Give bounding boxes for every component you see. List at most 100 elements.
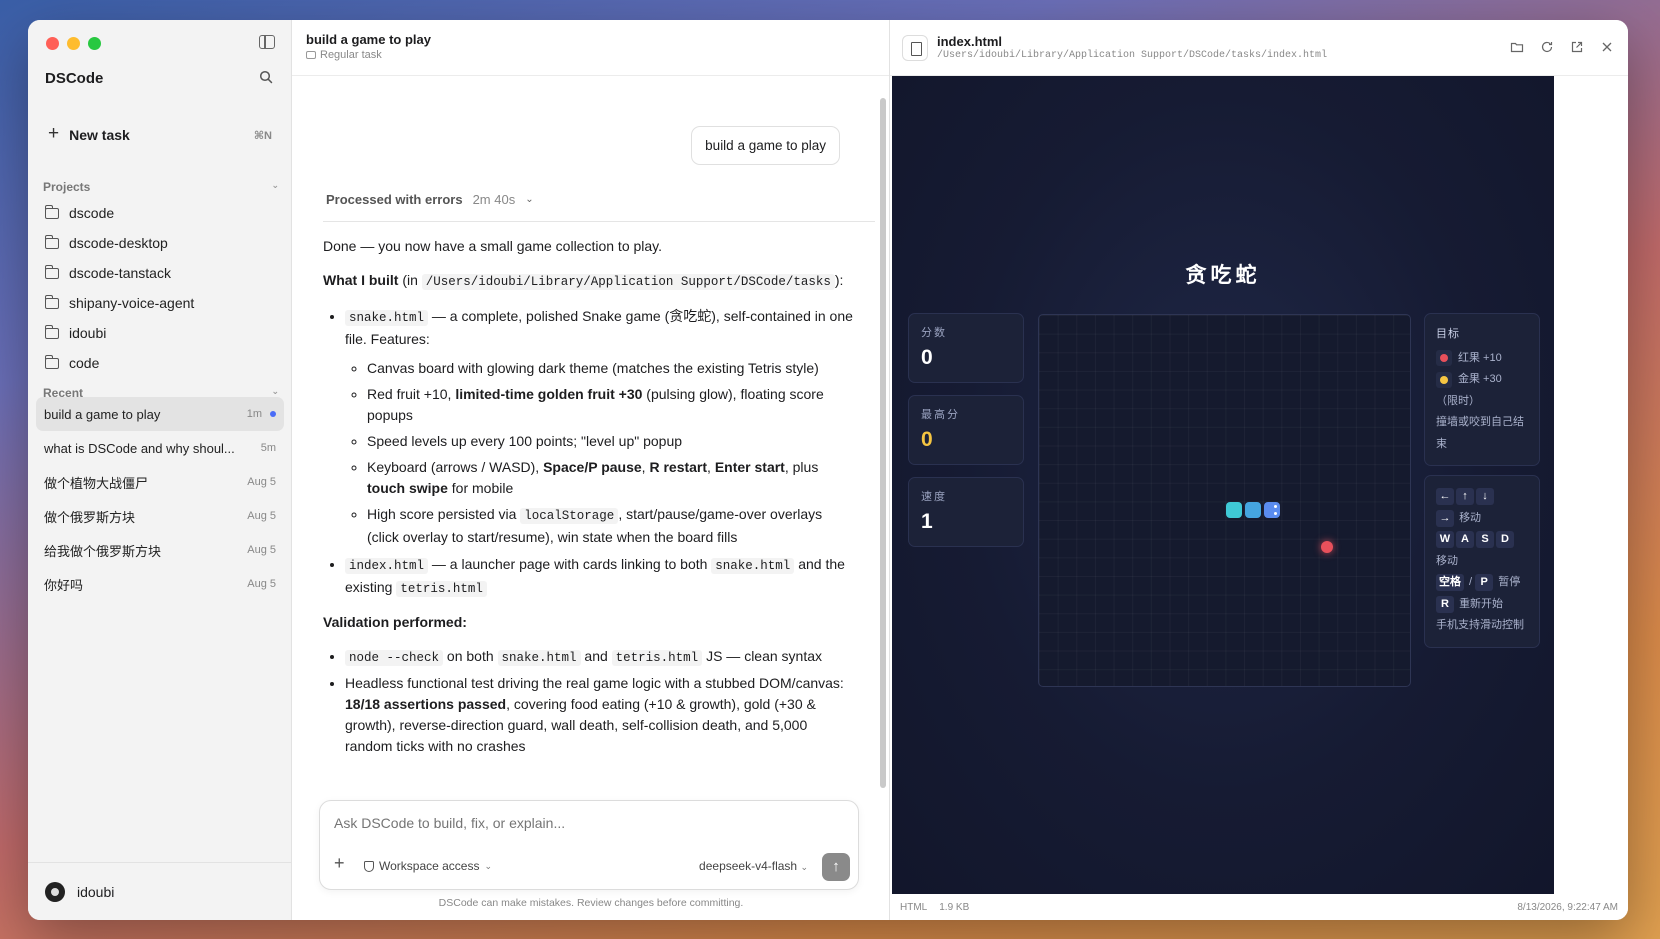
zoom-window-button[interactable] <box>88 37 101 50</box>
score-value: 0 <box>921 346 933 369</box>
space-key: 空格 <box>1436 574 1464 591</box>
external-link-icon[interactable] <box>1570 40 1584 54</box>
close-window-button[interactable] <box>46 37 59 50</box>
chat-transcript[interactable]: build a game to play Processed with erro… <box>292 76 882 818</box>
chat-pane: build a game to play Regular task build … <box>292 20 890 920</box>
recent-label: what is DSCode and why shoul... <box>44 440 235 456</box>
val2-b: 18/18 assertions passed <box>345 696 507 712</box>
feature-item: Canvas board with glowing dark theme (ma… <box>367 358 853 379</box>
val2-a: Headless functional test driving the rea… <box>345 675 844 691</box>
chat-scrollbar[interactable] <box>880 98 886 788</box>
recent-item[interactable]: 做个植物大战僵尸 Aug 5 <box>36 465 284 499</box>
down-arrow-icon: ↓ <box>1476 488 1494 505</box>
project-item[interactable]: dscode-tanstack <box>36 258 284 288</box>
project-item[interactable]: dscode <box>36 198 284 228</box>
f4-a: Keyboard (arrows / WASD), <box>367 459 544 475</box>
file-code: tetris.html <box>396 581 487 597</box>
speed-label: 速度 <box>921 491 947 503</box>
model-select[interactable]: deepseek-v4-flash ⌄ <box>699 859 808 873</box>
task-title: build a game to play <box>306 32 431 47</box>
goal-header: 目标 <box>1436 328 1460 340</box>
folder-icon <box>44 264 59 279</box>
legend-red: 红果 +10 <box>1436 348 1528 370</box>
f4-e: Enter start <box>714 459 785 475</box>
built-heading-line: What I built (in /Users/idoubi/Library/A… <box>323 272 844 290</box>
feature-item: High score persisted via localStorage, s… <box>367 504 853 548</box>
user-name: idoubi <box>77 883 115 900</box>
prompt-input[interactable] <box>334 815 834 831</box>
key-d: D <box>1496 531 1514 548</box>
processed-status[interactable]: Processed with errors 2m 40s ⌄ <box>323 192 875 222</box>
folder-icon <box>44 294 59 309</box>
goal-panel: 目标 红果 +10 金果 +30 （限时） 撞墙或咬到自己结束 <box>1424 313 1540 466</box>
sidebar-toggle-icon[interactable] <box>259 35 275 49</box>
game-preview[interactable]: 贪吃蛇 分数 0 最高分 0 速度 1 目标 红果 +10 金果 +30 （限时… <box>892 76 1554 894</box>
restart-label: 重新开始 <box>1459 597 1504 610</box>
recent-time: Aug 5 <box>247 544 276 556</box>
restart-row: R 重新开始 <box>1436 594 1528 616</box>
arrow-keys-row-2: → 移动 <box>1436 508 1528 530</box>
recent-label: build a game to play <box>44 406 161 422</box>
f4-f: , plus <box>784 459 819 475</box>
project-label: dscode <box>69 205 115 221</box>
send-button[interactable]: ↑ <box>822 853 850 881</box>
list-item: snake.html — a complete, polished Snake … <box>345 306 853 548</box>
list-item: index.html — a launcher page with cards … <box>345 554 853 600</box>
high-score-value: 0 <box>921 428 933 451</box>
project-item[interactable]: dscode-desktop <box>36 228 284 258</box>
recent-item[interactable]: 你好吗 Aug 5 <box>36 567 284 601</box>
pause-label: 暂停 <box>1498 576 1521 588</box>
file-code: tetris.html <box>611 650 703 666</box>
touch-note: 手机支持滑动控制 <box>1436 619 1524 631</box>
workspace-label: Workspace access <box>379 859 480 873</box>
recent-item[interactable]: 给我做个俄罗斯方块 Aug 5 <box>36 533 284 567</box>
project-item[interactable]: idoubi <box>36 318 284 348</box>
game-board[interactable] <box>1038 314 1411 687</box>
recent-time: 5m <box>260 442 276 454</box>
snake-tail <box>1226 502 1242 518</box>
folder-icon <box>44 234 59 249</box>
file-date: 8/13/2026, 9:22:47 AM <box>1517 901 1618 913</box>
recent-label: 你好吗 <box>44 577 84 593</box>
validation-heading-line: Validation performed: <box>323 612 853 633</box>
list-item: node --check on both snake.html and tetr… <box>345 646 853 669</box>
chat-bubble-icon <box>306 51 316 59</box>
r-key: R <box>1436 595 1454 613</box>
high-score-label: 最高分 <box>921 409 960 421</box>
speed-card: 速度 1 <box>908 477 1024 547</box>
f2-a: Red fruit +10, <box>367 386 456 402</box>
game-title: 贪吃蛇 <box>1185 264 1261 287</box>
task-type-label: Regular task <box>320 49 382 61</box>
unread-dot <box>270 411 276 417</box>
feature-item: Red fruit +10, limited-time golden fruit… <box>367 384 853 426</box>
processed-label: Processed with errors <box>326 192 463 207</box>
search-icon[interactable] <box>259 70 273 84</box>
recent-item[interactable]: what is DSCode and why shoul... 5m <box>36 431 284 465</box>
user-profile[interactable]: idoubi <box>28 862 292 920</box>
high-score-card: 最高分 0 <box>908 395 1024 465</box>
message-intro: Done — you now have a small game collect… <box>323 238 663 254</box>
project-label: shipany-voice-agent <box>69 295 195 311</box>
recent-item[interactable]: build a game to play 1m <box>36 397 284 431</box>
shield-icon <box>364 860 374 872</box>
projects-section-header[interactable]: Projects ⌄ <box>43 180 279 194</box>
avatar <box>45 881 65 902</box>
recent-item[interactable]: 做个俄罗斯方块 Aug 5 <box>36 499 284 533</box>
project-item[interactable]: shipany-voice-agent <box>36 288 284 318</box>
app-title: DSCode <box>45 70 104 87</box>
open-folder-icon[interactable] <box>1510 40 1524 54</box>
recent-time: 1m <box>246 408 262 420</box>
close-icon[interactable] <box>1600 40 1614 54</box>
attach-plus-icon[interactable]: + <box>334 853 345 874</box>
controls-panel: ← ↑ ↓ → 移动 WASD 移动 空格 / P 暂停 R 重新开始 手机支持滑动… <box>1424 475 1540 648</box>
refresh-icon[interactable] <box>1540 40 1554 54</box>
new-task-button[interactable]: + New task ⌘N <box>36 121 284 149</box>
preview-header: index.html /Users/idoubi/Library/Applica… <box>890 20 1628 76</box>
minimize-window-button[interactable] <box>67 37 80 50</box>
workspace-access-select[interactable]: Workspace access ⌄ <box>364 859 492 873</box>
project-item[interactable]: code <box>36 348 284 378</box>
val1-a: on both <box>443 648 498 664</box>
folder-icon <box>44 354 59 369</box>
chevron-down-icon: ⌄ <box>525 194 534 205</box>
chevron-down-icon: ⌄ <box>800 862 808 872</box>
